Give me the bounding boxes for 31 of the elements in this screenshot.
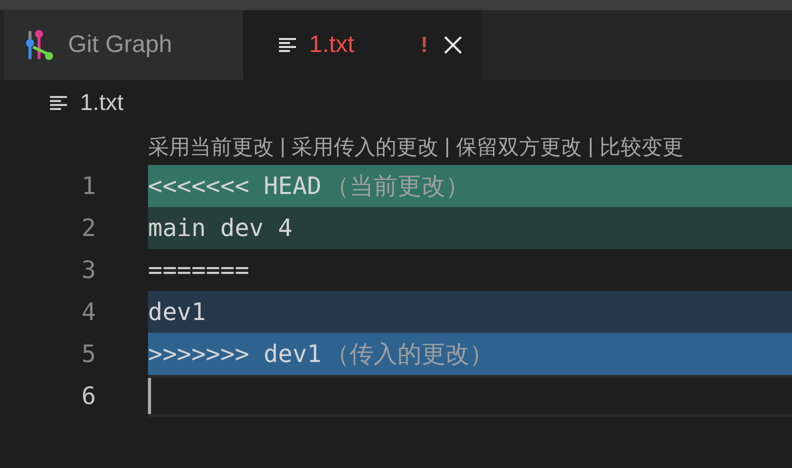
close-icon[interactable]	[444, 36, 462, 54]
error-mark: !	[420, 32, 428, 58]
git-graph-icon	[26, 29, 54, 61]
codelens-link[interactable]: 比较变更	[599, 133, 684, 161]
conflict-hint: （传入的更改）	[325, 339, 494, 370]
text-file-icon	[279, 37, 297, 53]
tab-label: 1.txt	[309, 31, 354, 59]
code-text: =======	[148, 256, 250, 284]
code-text: >>>>>>> dev1	[148, 340, 322, 368]
line-number: 4	[80, 297, 96, 328]
line-number: 3	[80, 255, 96, 286]
code-text: dev1	[148, 298, 206, 326]
line-number: 5	[80, 339, 96, 370]
code-text: <<<<<<< HEAD	[148, 172, 322, 200]
separator: |	[280, 135, 286, 159]
codelens-link[interactable]: 采用传入的更改	[291, 133, 438, 161]
line-number: 1	[80, 171, 96, 202]
text-cursor	[148, 378, 151, 414]
line-number: 2	[80, 213, 96, 244]
separator: |	[588, 135, 594, 159]
breadcrumb-item[interactable]: 1.txt	[80, 89, 124, 116]
code-text: main dev 4	[148, 214, 292, 242]
codelens-link[interactable]: 采用当前更改	[148, 133, 274, 161]
editor-tab[interactable]: 1.txt !	[243, 10, 482, 80]
text-file-icon	[50, 94, 68, 110]
line-number: 6	[80, 381, 96, 412]
codelens-link[interactable]: 保留双方更改	[456, 133, 582, 161]
conflict-hint: （当前更改）	[325, 171, 470, 202]
editor-tab[interactable]: Git Graph	[4, 10, 243, 80]
separator: |	[444, 135, 450, 159]
tab-label: Git Graph	[68, 31, 172, 59]
